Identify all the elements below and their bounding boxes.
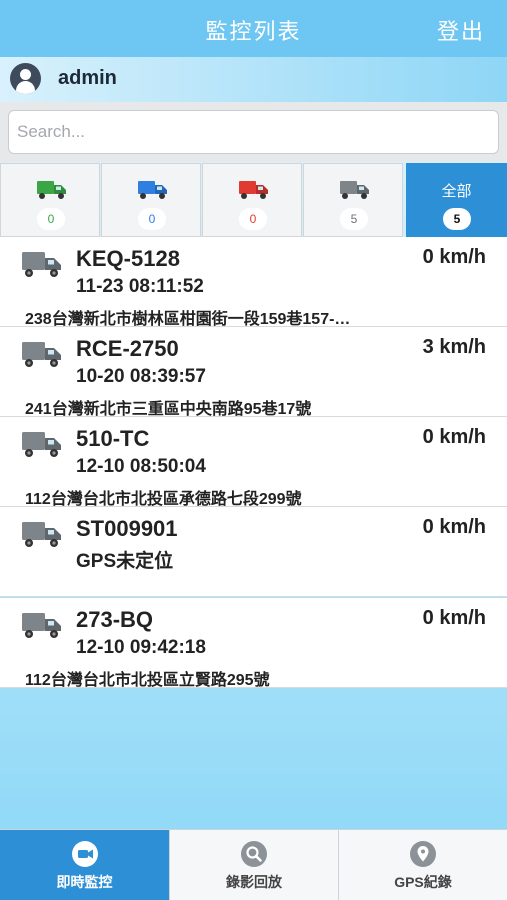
filter-count: 5 (340, 208, 368, 230)
filter-count: 0 (37, 208, 65, 230)
filter-gray[interactable]: 5 (303, 163, 403, 237)
filter-all[interactable]: 全部 5 (406, 163, 507, 237)
search-input[interactable] (8, 110, 499, 154)
vehicle-address: 112台灣台北市北投區立賢路295號 (25, 672, 270, 689)
vehicle-row[interactable]: RCE-2750 3 km/h 10-20 08:39:57 241台灣新北市三… (0, 327, 507, 418)
vehicle-time: 11-23 08:11:52 (76, 276, 204, 297)
vehicle-time: 12-10 08:50:04 (76, 456, 206, 477)
status-filter-bar: 0 0 0 5 全部 5 (0, 163, 507, 237)
truck-icon (22, 429, 62, 464)
tab-gps-records[interactable]: GPS紀錄 (338, 830, 507, 900)
search-bar (0, 102, 507, 162)
filter-red[interactable]: 0 (202, 163, 302, 237)
vehicle-plate: 510-TC (76, 426, 150, 451)
vehicle-address: 112台灣台北市北投區承德路七段299號 (25, 491, 302, 508)
vehicle-row[interactable]: ST009901 0 km/h GPS未定位 (0, 507, 507, 597)
vehicle-row[interactable]: KEQ-5128 0 km/h 11-23 08:11:52 238台灣新北市樹… (0, 237, 507, 328)
vehicle-address: 241台灣新北市三重區中央南路95巷17號 (25, 401, 312, 418)
username: admin (58, 67, 117, 89)
map-pin-icon (410, 841, 436, 867)
vehicle-plate: 273-BQ (76, 607, 154, 632)
tab-live-monitor[interactable]: 即時監控 (0, 830, 169, 900)
filter-blue[interactable]: 0 (101, 163, 201, 237)
tab-label: 錄影回放 (226, 874, 282, 890)
vehicle-speed: 0 km/h (422, 607, 486, 629)
truck-red-icon (239, 178, 269, 205)
user-bar: admin (0, 57, 507, 102)
vehicle-time: GPS未定位 (76, 551, 174, 572)
logout-button[interactable]: 登出 (437, 14, 485, 46)
vehicle-row[interactable]: 273-BQ 0 km/h 12-10 09:42:18 112台灣台北市北投區… (0, 598, 507, 689)
vehicle-row[interactable]: 510-TC 0 km/h 12-10 08:50:04 112台灣台北市北投區… (0, 417, 507, 508)
vehicle-speed: 3 km/h (422, 336, 486, 358)
vehicle-speed: 0 km/h (422, 516, 486, 538)
tab-playback[interactable]: 錄影回放 (169, 830, 338, 900)
vehicle-time: 10-20 08:39:57 (76, 366, 206, 387)
user-avatar-icon (10, 63, 41, 94)
truck-icon (22, 339, 62, 374)
video-camera-icon (71, 841, 98, 867)
truck-icon (22, 610, 62, 645)
magnifier-icon (241, 841, 267, 867)
bottom-tab-bar: 即時監控 錄影回放 GPS紀錄 (0, 829, 507, 900)
filter-green[interactable]: 0 (0, 163, 100, 237)
tab-label: GPS紀錄 (394, 874, 452, 890)
filter-all-label: 全部 (441, 183, 472, 200)
truck-green-icon (37, 178, 67, 205)
filter-count: 0 (138, 208, 166, 230)
app-header: 監控列表 登出 (0, 0, 507, 57)
vehicle-speed: 0 km/h (422, 246, 486, 268)
truck-blue-icon (138, 178, 168, 205)
truck-icon (22, 519, 62, 554)
filter-count: 0 (239, 208, 267, 230)
vehicle-address: 238台灣新北市樹林區柑園街一段159巷157-… (25, 311, 351, 328)
vehicle-time: 12-10 09:42:18 (76, 637, 206, 658)
tab-label: 即時監控 (56, 874, 113, 890)
page-title: 監控列表 (205, 19, 302, 44)
truck-icon (22, 249, 62, 284)
vehicle-plate: RCE-2750 (76, 336, 179, 361)
truck-gray-icon (340, 178, 370, 205)
vehicle-speed: 0 km/h (422, 426, 486, 448)
filter-count: 5 (443, 208, 471, 230)
vehicle-plate: KEQ-5128 (76, 246, 180, 271)
vehicle-plate: ST009901 (76, 516, 178, 541)
